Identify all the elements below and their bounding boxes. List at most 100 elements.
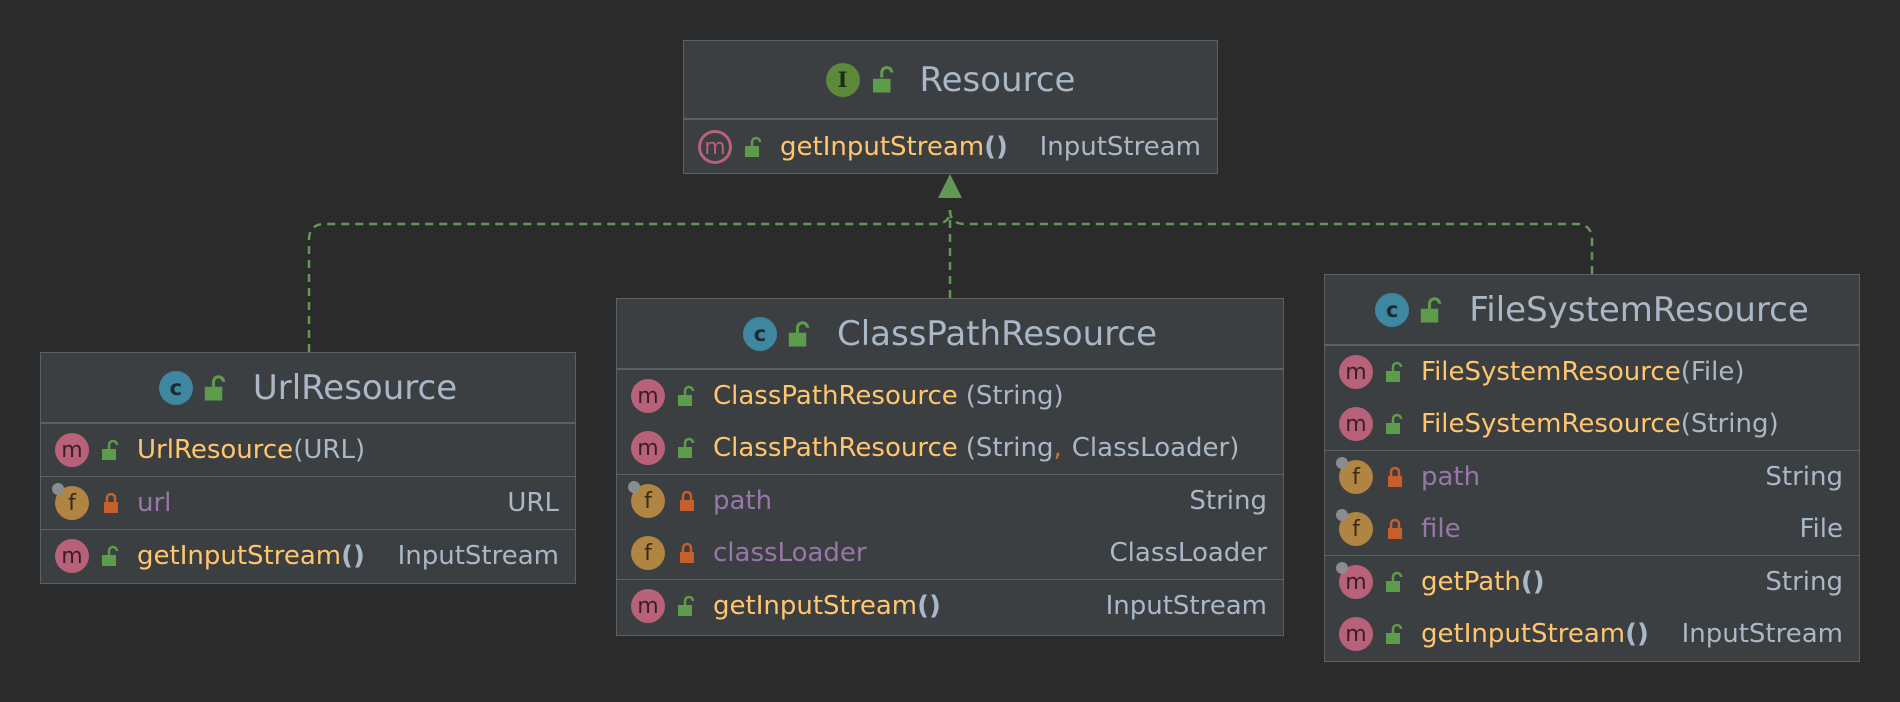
abstract-method-icon: m — [698, 130, 732, 164]
param-type: ClassLoader — [1071, 433, 1230, 463]
field-row[interactable]: f path String — [1325, 451, 1859, 503]
unlocked-padlock-icon — [1420, 296, 1442, 322]
method-row[interactable]: m getInputStream () InputStream — [1325, 608, 1859, 660]
field-icon: f — [631, 536, 665, 570]
unlocked-padlock-icon — [1386, 361, 1403, 382]
unlocked-padlock-icon — [102, 545, 119, 566]
param-type: String — [975, 381, 1054, 411]
method-name: getPath — [1421, 567, 1521, 597]
constructor-name: FileSystemResource — [1421, 357, 1681, 387]
param-comma: , — [1053, 433, 1062, 463]
method-icon: m — [55, 433, 89, 467]
field-row[interactable]: f file File — [1325, 503, 1859, 555]
method-row[interactable]: m getPath () String — [1325, 556, 1859, 608]
methods-section: m getInputStream () InputStream — [617, 579, 1283, 632]
class-header-resource: I Resource — [684, 41, 1217, 119]
return-type: InputStream — [1681, 619, 1843, 649]
field-row[interactable]: f path String — [617, 475, 1283, 527]
class-icon: c — [742, 316, 777, 351]
constructor-row[interactable]: m FileSystemResource ( String ) — [1325, 398, 1859, 450]
return-type: InputStream — [1105, 591, 1267, 621]
field-name: classLoader — [713, 538, 867, 568]
field-row[interactable]: f url URL — [41, 477, 575, 529]
method-icon: m — [55, 539, 89, 573]
constructors-section: m UrlResource ( URL ) — [41, 423, 575, 476]
constructor-name: UrlResource — [137, 435, 294, 465]
unlocked-padlock-icon — [788, 320, 810, 346]
class-name: Resource — [919, 59, 1076, 100]
class-name: FileSystemResource — [1469, 289, 1809, 330]
constructor-row[interactable]: m ClassPathResource ( String , ClassLoad… — [617, 422, 1283, 474]
unlocked-padlock-icon — [1386, 413, 1403, 434]
constructor-row[interactable]: m FileSystemResource ( File ) — [1325, 346, 1859, 398]
method-icon: m — [631, 431, 665, 465]
param-type: String — [1690, 409, 1769, 439]
constructor-name: FileSystemResource — [1421, 409, 1681, 439]
method-parens: () — [1520, 567, 1545, 597]
close-paren: ) — [1053, 381, 1064, 411]
method-parens: () — [984, 132, 1008, 162]
constructor-row[interactable]: m UrlResource ( URL ) — [41, 424, 575, 476]
class-header-urlresource: c UrlResource — [41, 353, 575, 423]
unlocked-padlock-icon — [872, 65, 893, 92]
fields-section: f url URL — [41, 476, 575, 529]
pin-icon — [1336, 457, 1348, 469]
close-paren: ) — [1229, 433, 1240, 463]
pin-icon — [1336, 509, 1348, 521]
return-type: InputStream — [397, 541, 559, 571]
fields-section: f path String f file File — [1325, 450, 1859, 555]
constructor-row[interactable]: m ClassPathResource ( String ) — [617, 370, 1283, 422]
field-type: String — [1189, 486, 1267, 516]
uml-class-diagram: I Resource m getInputStream () InputStre… — [0, 0, 1900, 702]
method-icon: m — [1339, 355, 1373, 389]
method-parens: () — [917, 591, 941, 621]
field-icon: f — [1336, 509, 1373, 546]
interface-icon: I — [825, 62, 860, 97]
locked-padlock-icon — [680, 542, 694, 563]
unlocked-padlock-icon — [1386, 571, 1403, 592]
close-paren: ) — [1768, 409, 1779, 439]
param-type: File — [1690, 357, 1735, 387]
class-box-urlresource[interactable]: c UrlResource m UrlResource ( URL ) f ur… — [40, 352, 576, 584]
method-row[interactable]: m getInputStream () InputStream — [684, 120, 1217, 174]
open-paren: ( — [293, 435, 304, 465]
open-paren: ( — [965, 433, 976, 463]
method-icon: m — [1336, 562, 1373, 599]
field-icon: f — [1336, 457, 1373, 494]
method-icon: m — [631, 379, 665, 413]
field-name: file — [1421, 514, 1461, 544]
class-icon: c — [158, 370, 193, 405]
unlocked-padlock-icon — [1386, 623, 1403, 644]
constructors-section: m FileSystemResource ( File ) m FileSyst… — [1325, 345, 1859, 450]
locked-padlock-icon — [1388, 466, 1402, 487]
implements-arrowhead-icon — [938, 174, 962, 198]
field-icon: f — [52, 483, 89, 520]
open-paren: ( — [1680, 357, 1691, 387]
field-type: ClassLoader — [1109, 538, 1267, 568]
pin-icon — [52, 483, 64, 495]
realization-line-filesystemresource — [948, 209, 1594, 274]
locked-padlock-icon — [680, 490, 694, 511]
pin-icon — [628, 481, 640, 493]
method-parens: () — [1625, 619, 1649, 649]
unlocked-padlock-icon — [678, 437, 695, 458]
method-parens: () — [341, 541, 365, 571]
class-header-filesystemresource: c FileSystemResource — [1325, 275, 1859, 345]
open-paren: ( — [965, 381, 976, 411]
method-name: getInputStream — [780, 132, 985, 162]
return-type: String — [1765, 567, 1843, 597]
field-type: String — [1765, 462, 1843, 492]
methods-section: m getInputStream () InputStream — [684, 119, 1217, 174]
unlocked-padlock-icon — [745, 136, 762, 157]
method-row[interactable]: m getInputStream () InputStream — [617, 580, 1283, 632]
class-box-filesystemresource[interactable]: c FileSystemResource m FileSystemResourc… — [1324, 274, 1860, 662]
unlocked-padlock-icon — [102, 439, 119, 460]
fields-section: f path String f classLoader ClassLoader — [617, 474, 1283, 579]
class-icon: c — [1375, 292, 1410, 327]
method-row[interactable]: m getInputStream () InputStream — [41, 530, 575, 582]
field-row[interactable]: f classLoader ClassLoader — [617, 527, 1283, 579]
class-box-classpathresource[interactable]: c ClassPathResource m ClassPathResource … — [616, 298, 1284, 636]
class-box-resource[interactable]: I Resource m getInputStream () InputStre… — [683, 40, 1218, 174]
method-icon: m — [1339, 617, 1373, 651]
field-name: url — [137, 488, 172, 518]
